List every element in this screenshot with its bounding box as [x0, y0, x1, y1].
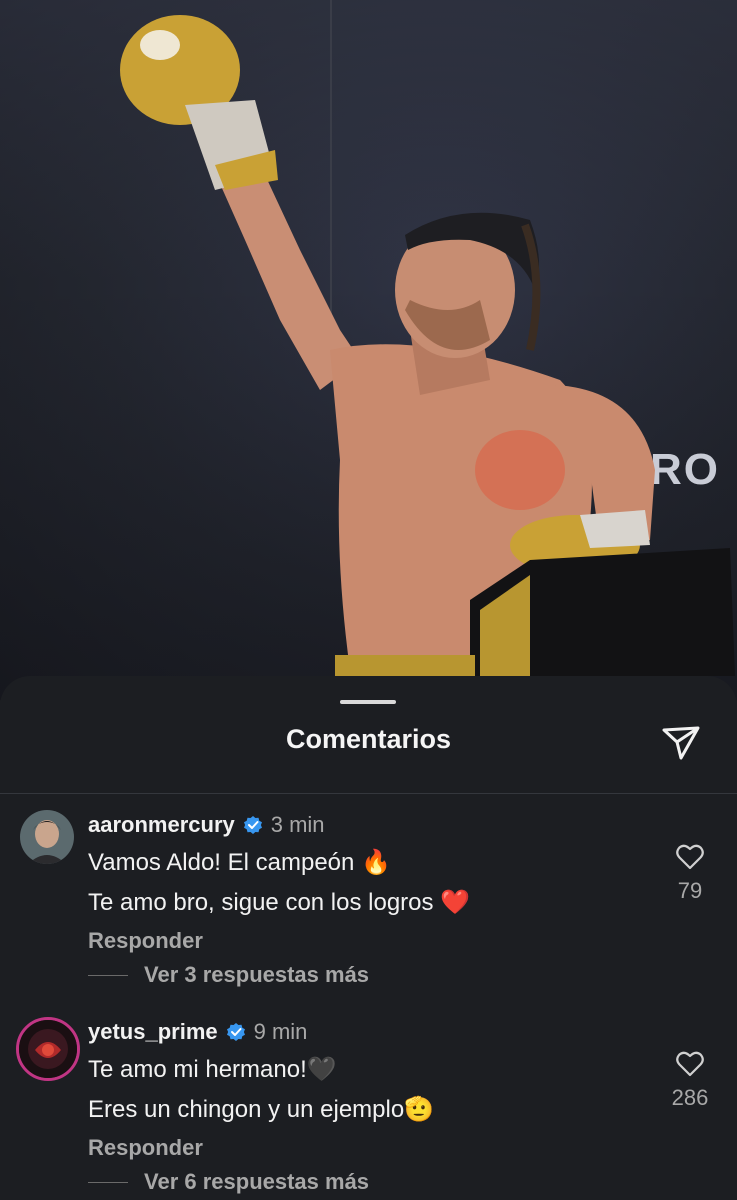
view-replies-button[interactable]: Ver 6 respuestas más — [88, 1169, 369, 1195]
drag-handle[interactable] — [340, 700, 396, 704]
comment-text-line: Eres un chingon y un ejemplo🫡 — [88, 1096, 435, 1123]
comment-time: 9 min — [253, 1019, 308, 1044]
comments-sheet: Comentarios aaronmercury 3 min Vamos Ald… — [0, 676, 737, 1200]
verified-badge-icon — [243, 816, 262, 834]
verified-badge-icon — [226, 1023, 245, 1041]
like-button[interactable]: 286 — [668, 1051, 712, 1111]
reply-button[interactable]: Responder — [88, 1135, 203, 1161]
avatar-image — [20, 810, 74, 864]
like-count: 79 — [677, 878, 703, 903]
view-replies-label: Ver 3 respuestas más — [144, 962, 370, 987]
replies-divider — [88, 1181, 128, 1183]
view-replies-label: Ver 6 respuestas más — [144, 1169, 370, 1194]
comment-text-line: Te amo bro, sigue con los logros ❤️ — [88, 889, 471, 916]
send-button[interactable] — [660, 722, 702, 764]
send-icon — [662, 726, 700, 760]
comment-time: 3 min — [270, 812, 325, 837]
comment-text-line: Te amo mi hermano!🖤 — [88, 1056, 337, 1083]
comment-header: yetus_prime 9 min — [88, 1019, 307, 1045]
username[interactable]: yetus_prime — [88, 1019, 218, 1045]
view-replies-button[interactable]: Ver 3 respuestas más — [88, 962, 369, 988]
sheet-divider — [0, 793, 737, 794]
comment-header: aaronmercury 3 min — [88, 812, 325, 838]
like-count: 286 — [671, 1085, 709, 1110]
reply-button[interactable]: Responder — [88, 928, 203, 954]
avatar-image — [19, 1020, 77, 1078]
boxer-illustration — [120, 15, 735, 676]
username[interactable]: aaronmercury — [88, 812, 235, 838]
sheet-title: Comentarios — [285, 724, 452, 754]
heart-icon — [676, 844, 704, 870]
avatar[interactable] — [20, 810, 74, 864]
heart-icon — [676, 1051, 704, 1077]
avatar-story-ring[interactable] — [16, 1017, 80, 1081]
replies-divider — [88, 974, 128, 976]
post-photo: RO — [0, 0, 737, 700]
like-button[interactable]: 79 — [668, 844, 712, 904]
comment-text-line: Vamos Aldo! El campeón 🔥 — [88, 849, 391, 876]
